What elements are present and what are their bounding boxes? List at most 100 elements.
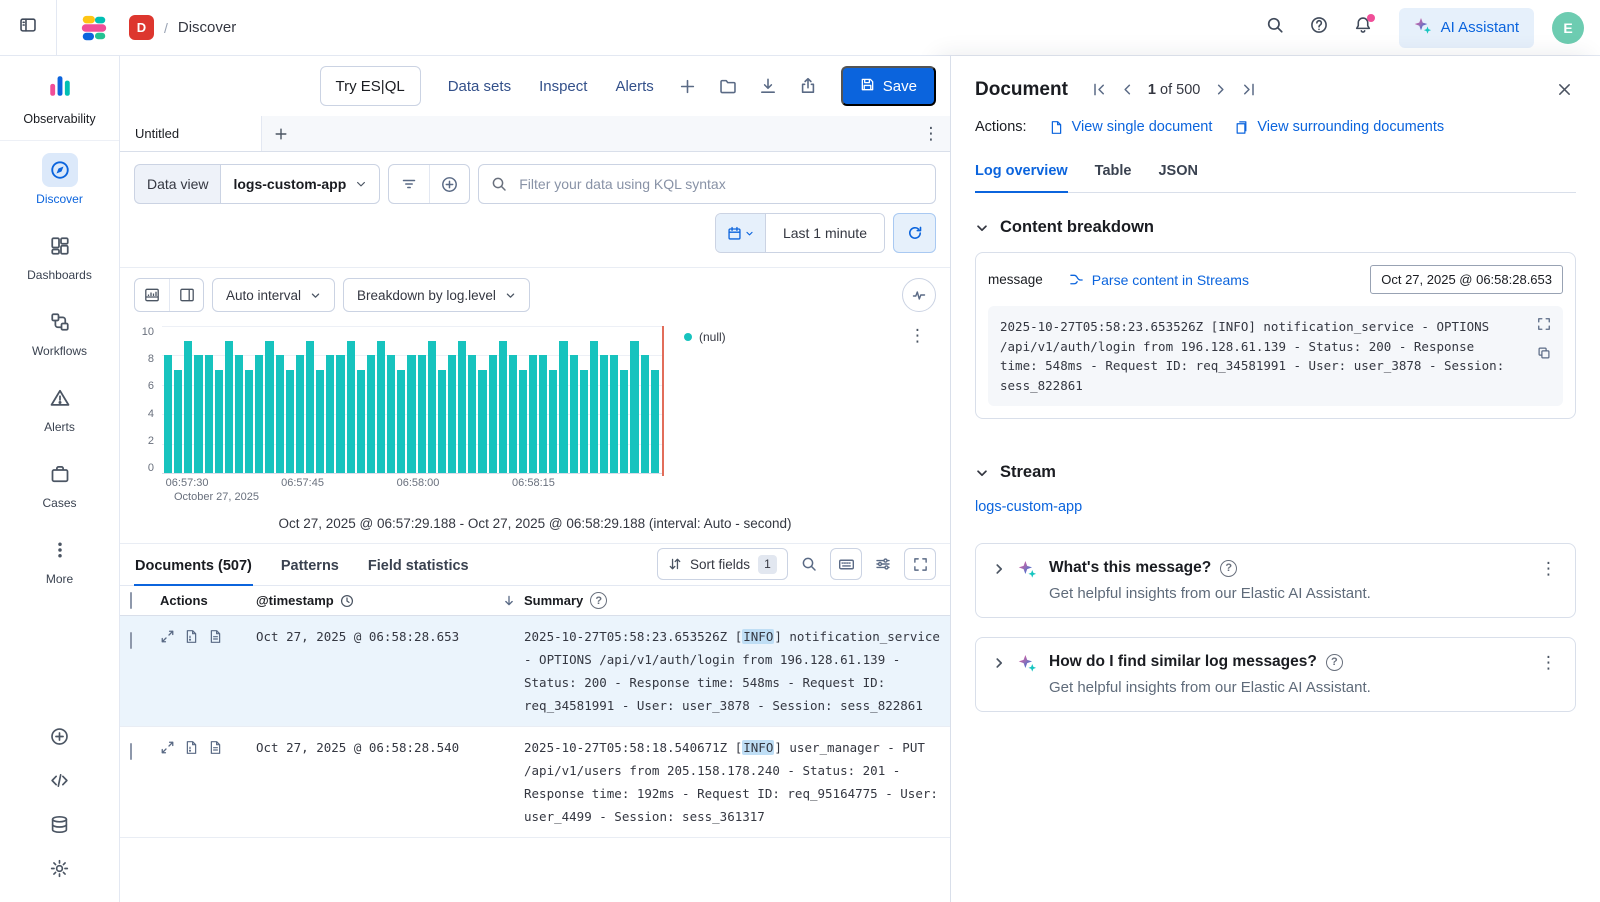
last-page-button[interactable] (1241, 82, 1256, 97)
sidebar-item-label: Workflows (32, 344, 87, 358)
dev-tools-code-icon[interactable] (50, 771, 69, 790)
chart-y-axis: 10 8 6 4 2 0 (134, 326, 162, 474)
tab-patterns[interactable]: Patterns (280, 549, 340, 586)
parse-content-link[interactable]: Parse content in Streams (1069, 272, 1249, 288)
sidebar-item-dashboards[interactable]: Dashboards (0, 217, 119, 293)
next-page-button[interactable] (1213, 82, 1228, 97)
table-row[interactable]: Oct 27, 2025 @ 06:58:28.653 2025-10-27T0… (120, 616, 950, 727)
new-session-plus-icon[interactable] (671, 69, 705, 103)
column-header-actions[interactable]: Actions (160, 593, 256, 608)
stream-link[interactable]: logs-custom-app (975, 499, 1082, 515)
document-timestamp-chip[interactable]: Oct 27, 2025 @ 06:58:28.653 (1370, 265, 1563, 294)
chart-settings-button[interactable] (902, 278, 936, 312)
sort-fields-button[interactable]: Sort fields 1 (657, 548, 788, 580)
interval-dropdown[interactable]: Auto interval (212, 278, 335, 312)
help-button[interactable] (1301, 10, 1337, 46)
copy-icon[interactable] (1537, 346, 1551, 360)
select-all-checkbox[interactable] (130, 592, 132, 609)
add-tab-button[interactable] (262, 116, 300, 151)
kql-search-input[interactable] (478, 164, 936, 204)
previous-page-button[interactable] (1120, 82, 1135, 97)
histogram-plot[interactable] (162, 326, 664, 474)
ai-assistant-icon (1018, 654, 1037, 678)
download-icon[interactable] (751, 69, 785, 103)
sidebar-item-cases[interactable]: Cases (0, 445, 119, 521)
keyboard-shortcuts-button[interactable] (830, 548, 862, 580)
stream-section[interactable]: Stream (975, 463, 1576, 482)
top-link-inspect[interactable]: Inspect (528, 78, 598, 95)
table-row[interactable]: Oct 27, 2025 @ 06:58:28.540 2025-10-27T0… (120, 727, 950, 838)
elastic-logo[interactable] (79, 13, 109, 43)
solution-brand[interactable]: Observability (0, 56, 119, 141)
display-options-button[interactable] (867, 548, 899, 580)
observability-logo-icon (47, 73, 73, 104)
add-filter-button[interactable] (429, 165, 469, 203)
refresh-button[interactable] (893, 213, 936, 253)
time-range-value: Last 1 minute (766, 214, 884, 252)
space-badge[interactable]: D (129, 15, 154, 40)
documents-tabs-row: Documents (507) Patterns Field statistic… (120, 544, 950, 586)
breakdown-dropdown[interactable]: Breakdown by log.level (343, 278, 530, 312)
chart-options-menu[interactable]: ⋮ (899, 326, 936, 346)
chart-layout-button-1[interactable] (135, 279, 169, 311)
view-single-document-link[interactable]: View single document (1049, 119, 1213, 135)
expand-code-icon[interactable] (1537, 317, 1551, 331)
expand-document-icon[interactable] (160, 740, 175, 755)
tab-json[interactable]: JSON (1158, 163, 1198, 193)
add-circle-icon[interactable] (50, 727, 69, 746)
ai-card-options-menu[interactable]: ⋮ (1538, 653, 1559, 673)
tab-log-overview[interactable]: Log overview (975, 163, 1068, 193)
ai-card-options-menu[interactable]: ⋮ (1538, 559, 1559, 579)
first-page-button[interactable] (1092, 82, 1107, 97)
content-breakdown-section[interactable]: Content breakdown (975, 218, 1576, 237)
open-folder-icon[interactable] (711, 69, 745, 103)
top-link-alerts[interactable]: Alerts (604, 78, 664, 95)
ai-insight-card[interactable]: What's this message? ? Get helpful insig… (975, 543, 1576, 618)
row-checkbox[interactable] (130, 743, 132, 760)
chart-legend[interactable]: (null) (684, 330, 726, 344)
close-flyout-button[interactable] (1553, 78, 1576, 101)
notifications-button[interactable] (1345, 10, 1381, 46)
nav-menu-button[interactable] (0, 0, 57, 56)
chart-layout-button-2[interactable] (169, 279, 203, 311)
user-avatar[interactable]: E (1552, 12, 1584, 44)
tab-documents[interactable]: Documents (507) (134, 549, 253, 586)
sidebar-item-more[interactable]: More (0, 521, 119, 597)
search-in-table-button[interactable] (793, 548, 825, 580)
tab-table[interactable]: Table (1095, 163, 1132, 193)
fullscreen-button[interactable] (904, 548, 936, 580)
tab-untitled[interactable]: Untitled (120, 116, 262, 151)
try-esql-button[interactable]: Try ES|QL (320, 66, 421, 106)
ai-assistant-button[interactable]: AI Assistant (1399, 8, 1534, 48)
doc-degraded-icon[interactable] (184, 629, 199, 644)
doc-view-icon[interactable] (208, 740, 223, 755)
tab-options-menu[interactable]: ⋮ (912, 116, 950, 151)
share-export-icon[interactable] (791, 69, 825, 103)
top-link-datasets[interactable]: Data sets (437, 78, 522, 95)
breadcrumb[interactable]: Discover (178, 19, 236, 36)
sidebar-item-discover[interactable]: Discover (0, 141, 119, 217)
data-view-picker[interactable]: Data view logs-custom-app (134, 164, 380, 204)
view-surrounding-documents-link[interactable]: View surrounding documents (1234, 119, 1444, 135)
expand-document-icon[interactable] (160, 629, 175, 644)
ai-insight-card[interactable]: How do I find similar log messages? ? Ge… (975, 637, 1576, 712)
data-management-database-icon[interactable] (50, 815, 69, 834)
doc-view-icon[interactable] (208, 629, 223, 644)
sidebar-item-alerts[interactable]: Alerts (0, 369, 119, 445)
chevron-down-icon (745, 229, 754, 238)
sort-direction-button[interactable] (502, 594, 524, 608)
sidebar-item-workflows[interactable]: Workflows (0, 293, 119, 369)
filter-button[interactable] (389, 165, 429, 203)
chevron-right-icon[interactable] (992, 562, 1006, 576)
column-header-summary[interactable]: Summary ? (524, 592, 940, 609)
header-search-button[interactable] (1257, 10, 1293, 46)
sidebar-item-label: More (46, 572, 73, 586)
settings-gear-icon[interactable] (50, 859, 69, 878)
chevron-right-icon[interactable] (992, 656, 1006, 670)
column-header-timestamp[interactable]: @timestamp (256, 593, 502, 608)
doc-degraded-icon[interactable] (184, 740, 199, 755)
save-button[interactable]: Save (841, 66, 936, 106)
tab-field-statistics[interactable]: Field statistics (367, 549, 470, 586)
time-range-picker[interactable]: Last 1 minute (715, 213, 885, 253)
row-checkbox[interactable] (130, 632, 132, 649)
